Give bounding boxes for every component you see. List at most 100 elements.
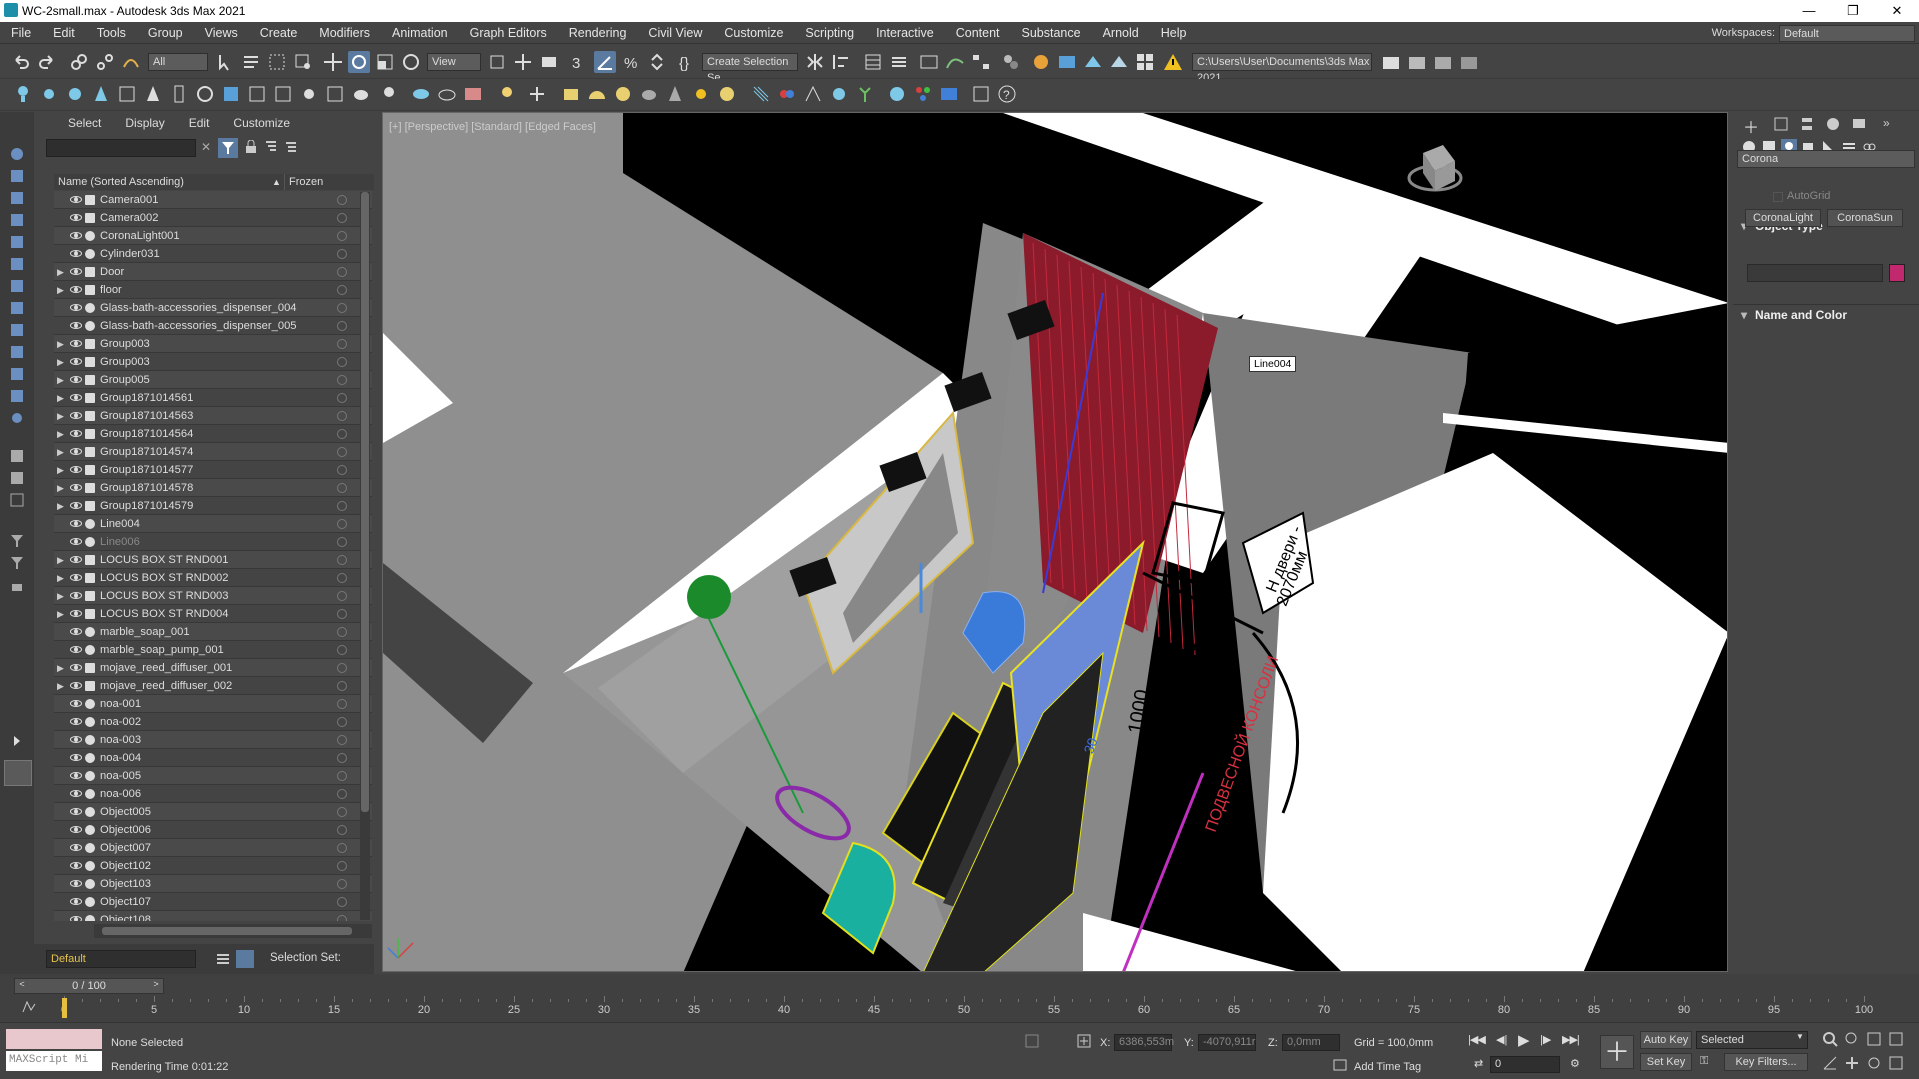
- visibility-eye-icon[interactable]: [70, 898, 82, 905]
- selection-lock-icon[interactable]: [1076, 1033, 1092, 1049]
- list-item[interactable]: ▶ Door: [54, 263, 372, 281]
- corona-material-library-icon[interactable]: [272, 83, 294, 105]
- key-filter-icon[interactable]: ⚿: [1700, 1055, 1708, 1068]
- visibility-eye-icon[interactable]: [70, 430, 82, 437]
- menu-animation[interactable]: Animation: [381, 26, 459, 40]
- list-item[interactable]: noa-002: [54, 713, 372, 731]
- display-lights-icon[interactable]: [8, 211, 26, 229]
- list-item[interactable]: ▶ Group1871014579: [54, 497, 372, 515]
- freeze-toggle-icon[interactable]: [337, 609, 347, 619]
- visibility-eye-icon[interactable]: [70, 844, 82, 851]
- set-key-big-icon[interactable]: ＋: [1600, 1035, 1634, 1069]
- prev-key-icon[interactable]: ◀|: [1496, 1033, 1507, 1046]
- sun-icon[interactable]: [690, 83, 712, 105]
- render-sphere-icon[interactable]: [886, 83, 908, 105]
- visibility-eye-icon[interactable]: [70, 466, 82, 473]
- current-frame-field[interactable]: 0: [1490, 1056, 1560, 1073]
- viewport-label-menu[interactable]: [+] [Perspective] [Standard] [Edged Face…: [389, 121, 596, 133]
- freeze-toggle-icon[interactable]: [337, 519, 347, 529]
- layer-dropdown[interactable]: Default: [46, 950, 196, 968]
- viewport-layout-button[interactable]: [4, 760, 32, 786]
- vertical-scroll-thumb[interactable]: [361, 192, 369, 812]
- set-key-button[interactable]: Set Key: [1640, 1053, 1692, 1071]
- hierarchy-icon[interactable]: [264, 140, 278, 154]
- orbit-icon[interactable]: [1866, 1055, 1882, 1071]
- display-bones-icon[interactable]: [8, 343, 26, 361]
- visibility-eye-icon[interactable]: [70, 376, 82, 383]
- freeze-toggle-icon[interactable]: [337, 429, 347, 439]
- key-mode-dropdown[interactable]: Selected: [1696, 1031, 1808, 1049]
- freeze-toggle-icon[interactable]: [337, 213, 347, 223]
- visibility-eye-icon[interactable]: [70, 826, 82, 833]
- corona-pano-icon[interactable]: [194, 83, 216, 105]
- rendered-frame-window-icon[interactable]: [1056, 51, 1078, 73]
- visibility-eye-icon[interactable]: [70, 340, 82, 347]
- maxscript-mini-listener[interactable]: MAXScript Mi: [6, 1051, 102, 1071]
- list-item[interactable]: noa-005: [54, 767, 372, 785]
- freeze-toggle-icon[interactable]: [337, 771, 347, 781]
- filter-icon[interactable]: [8, 532, 26, 550]
- expand-arrow-icon[interactable]: ▶: [57, 407, 64, 425]
- list-item[interactable]: ▶ Group1871014561: [54, 389, 372, 407]
- clear-search-icon[interactable]: ✕: [201, 140, 211, 154]
- display-none-icon[interactable]: [8, 145, 26, 163]
- next-key-icon[interactable]: |▶: [1540, 1033, 1551, 1046]
- visibility-eye-icon[interactable]: [70, 394, 82, 401]
- visibility-eye-icon[interactable]: [70, 322, 82, 329]
- corona-vfb-icon[interactable]: [220, 83, 242, 105]
- object-color-swatch[interactable]: [1889, 264, 1905, 282]
- visibility-eye-icon[interactable]: [70, 754, 82, 761]
- visibility-eye-icon[interactable]: [70, 412, 82, 419]
- freeze-toggle-icon[interactable]: [337, 339, 347, 349]
- freeze-toggle-icon[interactable]: [337, 645, 347, 655]
- render-production-icon[interactable]: [1082, 51, 1104, 73]
- menu-file[interactable]: File: [0, 26, 42, 40]
- freeze-toggle-icon[interactable]: [337, 393, 347, 403]
- corona-cloud-icon[interactable]: [436, 83, 458, 105]
- corona-lightmix-icon[interactable]: [496, 83, 518, 105]
- lock-selection-icon[interactable]: [8, 576, 26, 594]
- list-item[interactable]: Camera002: [54, 209, 372, 227]
- list-item[interactable]: CoronaLight001: [54, 227, 372, 245]
- visibility-eye-icon[interactable]: [70, 232, 82, 239]
- field-of-view-icon[interactable]: [1822, 1055, 1838, 1071]
- expand-arrow-icon[interactable]: ▶: [57, 497, 64, 515]
- corona-converter-icon[interactable]: [298, 83, 320, 105]
- rect-selection-icon[interactable]: [266, 51, 288, 73]
- menu-substance[interactable]: Substance: [1011, 26, 1092, 40]
- expand-arrow-icon[interactable]: ▶: [57, 659, 64, 677]
- menu-edit[interactable]: Edit: [42, 26, 86, 40]
- create-tab-icon[interactable]: ＋: [1743, 114, 1759, 138]
- corona-info-icon[interactable]: [378, 83, 400, 105]
- undo-icon[interactable]: [10, 51, 32, 73]
- visibility-eye-icon[interactable]: [70, 700, 82, 707]
- freeze-toggle-icon[interactable]: [337, 501, 347, 511]
- list-item[interactable]: ▶ Group1871014574: [54, 443, 372, 461]
- freeze-toggle-icon[interactable]: [337, 249, 347, 259]
- expand-arrow-icon[interactable]: ▶: [57, 587, 64, 605]
- list-item[interactable]: ▶ LOCUS BOX ST RND004: [54, 605, 372, 623]
- pivot-center-icon[interactable]: [486, 51, 508, 73]
- display-spacewarps-icon[interactable]: [8, 277, 26, 295]
- visibility-eye-icon[interactable]: [70, 538, 82, 545]
- visibility-eye-icon[interactable]: [70, 484, 82, 491]
- close-icon[interactable]: ✕: [1875, 0, 1919, 22]
- expand-arrow-icon[interactable]: ▶: [57, 569, 64, 587]
- menu-civil-view[interactable]: Civil View: [637, 26, 713, 40]
- visibility-eye-icon[interactable]: [70, 916, 82, 921]
- maxscript-listener-pink[interactable]: [6, 1029, 102, 1049]
- time-tag-icon[interactable]: [1332, 1057, 1348, 1073]
- visibility-eye-icon[interactable]: [70, 556, 82, 563]
- corona-slicer-icon[interactable]: [142, 83, 164, 105]
- name-and-color-rollout[interactable]: Name and Color: [1733, 304, 1919, 325]
- display-geometry-icon[interactable]: [8, 167, 26, 185]
- menu-help[interactable]: Help: [1150, 26, 1198, 40]
- align-icon[interactable]: [830, 51, 852, 73]
- freeze-toggle-icon[interactable]: [337, 357, 347, 367]
- tab-edit[interactable]: Edit: [177, 116, 222, 130]
- pattern-icon[interactable]: [776, 83, 798, 105]
- display-containers-icon[interactable]: [8, 365, 26, 383]
- layer-stack-icon[interactable]: [214, 950, 232, 968]
- visibility-eye-icon[interactable]: [70, 286, 82, 293]
- visibility-eye-icon[interactable]: [70, 718, 82, 725]
